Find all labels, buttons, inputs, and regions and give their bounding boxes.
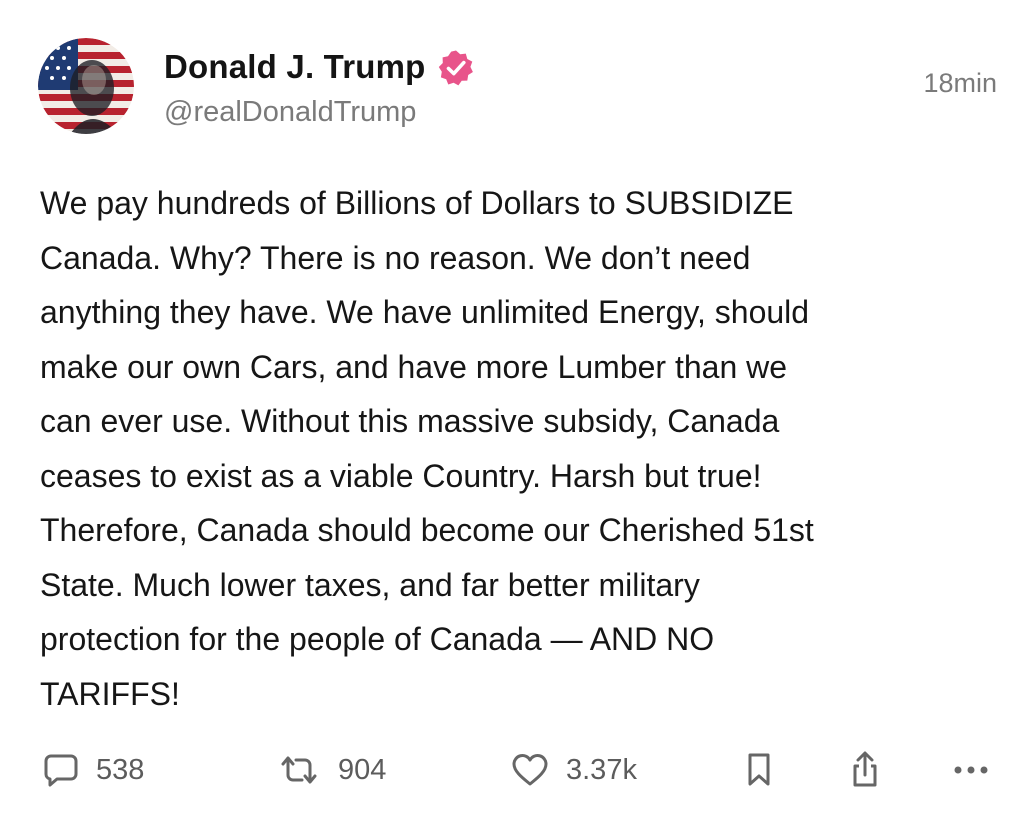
like-count: 3.37k — [566, 753, 637, 786]
post-body-line: can ever use. Without this massive subsi… — [40, 403, 780, 439]
profile-avatar-image — [38, 38, 134, 134]
share-button[interactable] — [846, 742, 884, 798]
post-body-line: State. Much lower taxes, and far better … — [40, 566, 700, 603]
repost-icon — [276, 751, 322, 789]
post-body-line: anything they have. We have unlimited En… — [40, 294, 810, 330]
post-timestamp[interactable]: 18min — [923, 68, 997, 99]
post-body-line: make our own Cars, and have more Lumber … — [40, 348, 788, 385]
reply-count: 538 — [96, 753, 145, 786]
repost-count: 904 — [338, 753, 387, 786]
post-body-line: Canada. Why? There is no reason. We don’… — [40, 239, 751, 276]
reply-button[interactable]: 538 — [42, 742, 144, 798]
like-button[interactable]: 3.37k — [510, 742, 637, 798]
repost-button[interactable]: 904 — [276, 742, 386, 798]
bookmark-button[interactable] — [744, 742, 774, 798]
avatar[interactable] — [38, 38, 134, 134]
more-options-button[interactable] — [952, 742, 990, 798]
bookmark-icon — [744, 751, 774, 789]
post-body-line: TARIFFS! — [40, 675, 180, 712]
heart-icon — [510, 751, 550, 789]
author-handle[interactable]: @realDonaldTrump — [164, 96, 416, 129]
author-display-name[interactable]: Donald J. Trump — [164, 48, 426, 86]
post-body: We pay hundreds of Billions of Dollars t… — [40, 176, 1000, 721]
post-card: Donald J. Trump @realDonaldTrump 18min W… — [0, 0, 1035, 815]
reply-bubble-icon — [42, 751, 80, 789]
author-name-row: Donald J. Trump — [164, 44, 476, 90]
post-body-line: Therefore, Canada should become our Cher… — [40, 512, 814, 548]
post-body-line: protection for the people of Canada — AN… — [40, 621, 715, 657]
verified-badge-icon — [436, 48, 476, 88]
action-bar: 538 904 3.37k — [0, 742, 1035, 798]
share-icon — [846, 750, 884, 790]
more-dots-icon — [952, 764, 990, 776]
post-body-line: We pay hundreds of Billions of Dollars t… — [40, 185, 794, 221]
post-body-line: ceases to exist as a viable Country. Har… — [40, 457, 762, 494]
